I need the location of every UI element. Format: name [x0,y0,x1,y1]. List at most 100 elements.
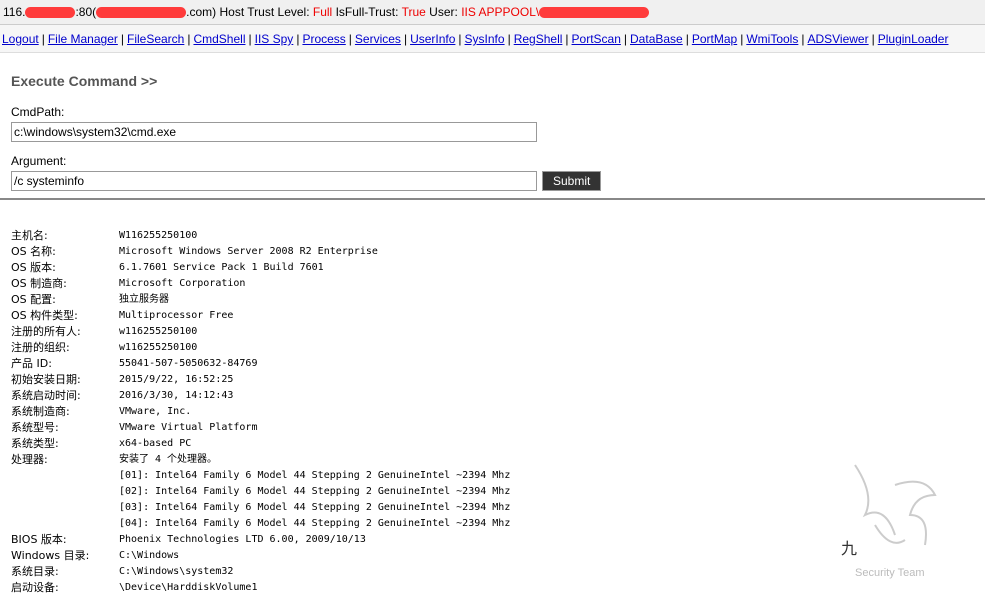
output-key: 系统目录: [11,565,59,578]
output-line: 处理器: 安装了 4 个处理器。 [11,452,510,468]
output-key: 启动设备: [11,581,59,594]
nav-link-iis-spy[interactable]: IIS Spy [255,32,294,46]
host-domain: .com) [186,5,217,19]
nav-link-file-manager[interactable]: File Manager [48,32,118,46]
cmdpath-label: CmdPath: [11,105,65,119]
nav-separator: | [458,32,462,46]
output-value: C:\Windows\system32 [119,566,234,577]
output-line: [01]: Intel64 Family 6 Model 44 Stepping… [11,468,510,484]
nav-separator: | [685,32,689,46]
host-port: :80( [75,5,97,19]
nav-separator: | [740,32,744,46]
nav-link-userinfo[interactable]: UserInfo [410,32,455,46]
output-line: OS 构件类型: Multiprocessor Free [11,308,510,324]
argument-label: Argument: [11,154,67,168]
trust-value: Full [312,5,333,19]
output-line: 主机名: W116255250100 [11,228,510,244]
nav-link-process[interactable]: Process [302,32,345,46]
output-value: C:\Windows [119,550,180,561]
output-value: w116255250100 [119,326,198,337]
nav-separator: | [507,32,511,46]
nav-link-portscan[interactable]: PortScan [572,32,621,46]
nav-link-sysinfo[interactable]: SysInfo [465,32,505,46]
output-value: 安装了 4 个处理器。 [119,454,218,465]
output-key: 注册的组织: [11,341,70,354]
host-ip: 116. [3,5,26,19]
nav-link-filesearch[interactable]: FileSearch [127,32,184,46]
output-value: [02]: Intel64 Family 6 Model 44 Stepping… [119,486,511,497]
output-value: [04]: Intel64 Family 6 Model 44 Stepping… [119,518,511,529]
output-value: \Device\HarddiskVolume1 [119,582,258,593]
nav-bar: Logout | File Manager | FileSearch | CmdShell |… [0,25,985,53]
nav-link-services[interactable]: Services [355,32,401,46]
output-key: 系统启动时间: [11,389,81,402]
output-key: 初始安装日期: [11,373,81,386]
watermark-glyph: 九 [841,539,858,558]
nav-separator: | [120,32,124,46]
output-line: [04]: Intel64 Family 6 Model 44 Stepping… [11,516,510,532]
nav-separator: | [296,32,300,46]
output-key: 产品 ID: [11,357,52,370]
output-line: OS 配置: 独立服务器 [11,292,510,308]
submit-button[interactable]: Submit [542,171,602,191]
nav-link-regshell[interactable]: RegShell [514,32,563,46]
watermark-text: Security Team [855,567,925,579]
nav-link-wmitools[interactable]: WmiTools [746,32,798,46]
cmdpath-input[interactable] [11,122,537,142]
output-value: 2016/3/30, 14:12:43 [119,390,234,401]
fulltrust-value: True [401,5,426,19]
output-line: 初始安装日期: 2015/9/22, 16:52:25 [11,372,510,388]
nav-link-pluginloader[interactable]: PluginLoader [878,32,949,46]
nav-separator: | [248,32,252,46]
output-line: 系统目录: C:\Windows\system32 [11,564,510,580]
output-key: OS 构件类型: [11,309,78,322]
output-line: 系统制造商: VMware, Inc. [11,404,510,420]
output-key: 主机名: [11,229,48,242]
redaction [25,7,76,19]
nav-separator: | [623,32,628,46]
output-line: 启动设备: \Device\HarddiskVolume1 [11,580,510,596]
output-key [11,468,119,484]
status-bar: 116.:80(.com) Host Trust Level: Full IsF… [0,0,985,25]
nav-link-database[interactable]: DataBase [630,32,683,46]
output-value: 独立服务器 [119,294,169,305]
nav-separator: | [871,32,875,46]
output-line: [02]: Intel64 Family 6 Model 44 Stepping… [11,484,510,500]
nav-separator: | [403,32,408,46]
fulltrust-label: IsFull-Trust: [335,5,399,19]
output-key: Windows 目录: [11,549,90,562]
output-value: Multiprocessor Free [119,310,234,321]
output-line: OS 名称: Microsoft Windows Server 2008 R2 E… [11,244,510,260]
output-line: BIOS 版本: Phoenix Technologies LTD 6.00, 2… [11,532,510,548]
output-line: [03]: Intel64 Family 6 Model 44 Stepping… [11,500,510,516]
output-key: 处理器: [11,453,48,466]
output-value: 55041-507-5050632-84769 [119,358,258,369]
output-value: x64-based PC [119,438,192,449]
nav-link-adsviewer[interactable]: ADSViewer [807,32,868,46]
output-value: 2015/9/22, 16:52:25 [119,374,234,385]
output-line: OS 版本: 6.1.7601 Service Pack 1 Build 7601 [11,260,510,276]
output-line: 系统型号: VMware Virtual Platform [11,420,510,436]
nav-link-logout[interactable]: Logout [2,32,39,46]
watermark-logo: 九 Security Team [835,455,945,585]
user-value: IIS APPPOOL\ [461,5,540,19]
nav-separator: | [187,32,191,46]
output-value: Phoenix Technologies LTD 6.00, 2009/10/1… [119,534,366,545]
nav-link-portmap[interactable]: PortMap [692,32,737,46]
nav-link-cmdshell[interactable]: CmdShell [193,32,245,46]
argument-input[interactable] [11,171,537,191]
output-value: [03]: Intel64 Family 6 Model 44 Stepping… [119,502,511,513]
output-key: 注册的所有人: [11,325,81,338]
output-value: [01]: Intel64 Family 6 Model 44 Stepping… [119,470,511,481]
output-key: OS 配置: [11,293,56,306]
output-value: Microsoft Corporation [119,278,246,289]
output-key: OS 制造商: [11,277,67,290]
output-value: VMware, Inc. [119,406,192,417]
page-title: Execute Command >> [11,73,158,89]
redaction [539,7,650,19]
nav-separator: | [41,32,45,46]
output-line: OS 制造商: Microsoft Corporation [11,276,510,292]
output-key: 系统型号: [11,421,59,434]
output-key [11,516,119,532]
redaction [96,7,187,19]
